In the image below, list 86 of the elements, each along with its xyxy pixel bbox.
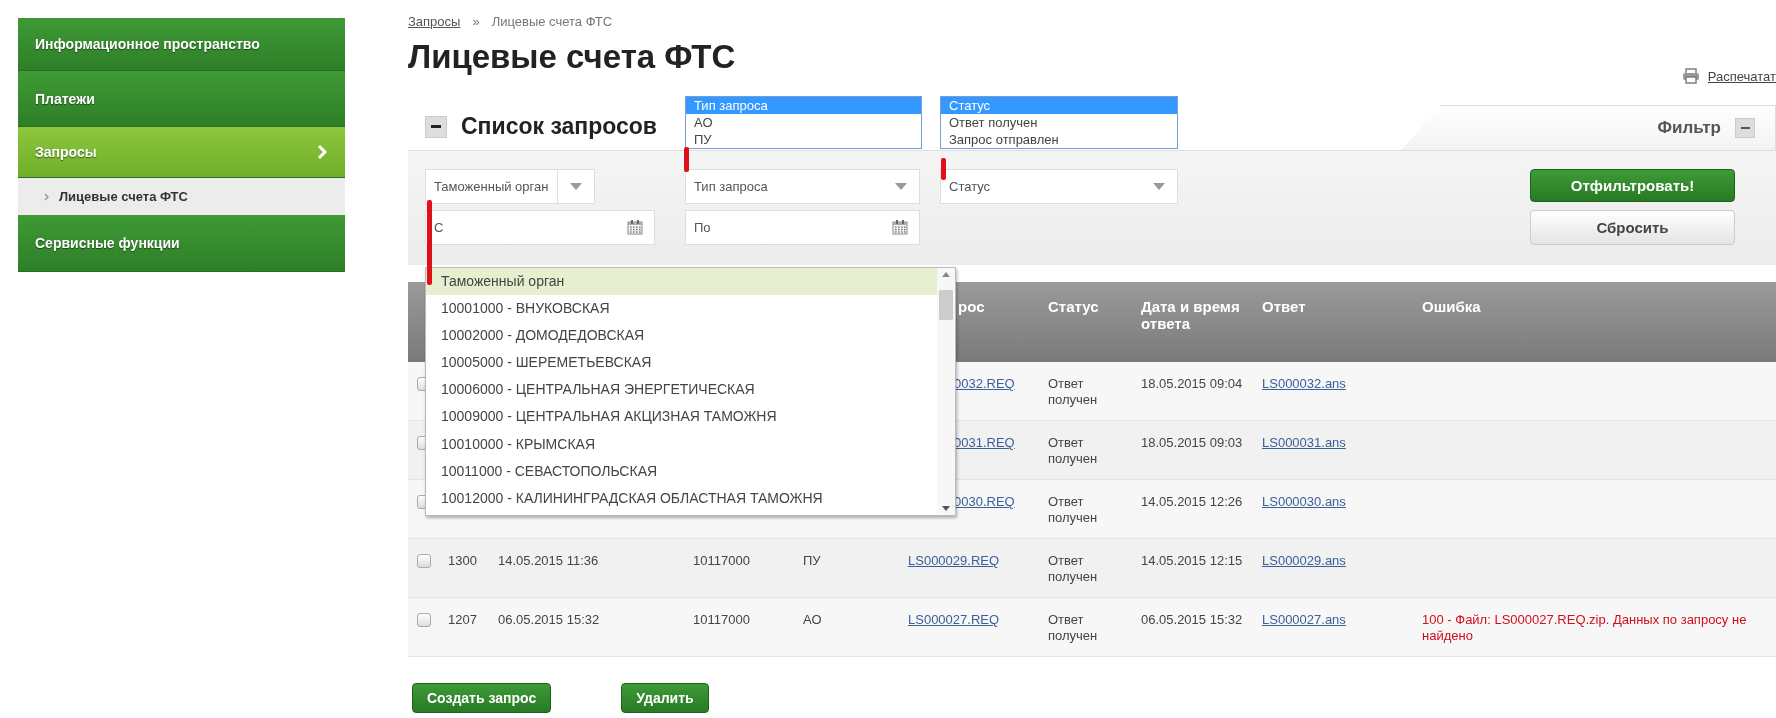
caret-icon (570, 183, 582, 190)
table-cell-text: 10117000 (693, 553, 751, 569)
date-field[interactable]: По (685, 210, 920, 245)
dropdown-option[interactable]: 10002000 - ДОМОДЕДОВСКАЯ (426, 322, 937, 350)
scroll-up-icon[interactable] (942, 272, 950, 277)
file-link[interactable]: 0032.REQ (954, 376, 1015, 391)
table-cell-text: 14.05.2015 12:26 (1141, 494, 1244, 510)
caret-icon (1153, 183, 1165, 190)
file-link[interactable]: LS000027.ans (1262, 612, 1346, 627)
table-cell-text: 18.05.2015 09:03 (1141, 435, 1244, 451)
dropdown-option[interactable]: 10010000 - КРЫМСКАЯ (426, 430, 937, 458)
filter-button[interactable]: Отфильтровать! (1530, 169, 1735, 202)
select-field[interactable]: Таможенный орган (425, 169, 595, 204)
column-header: рос (958, 298, 986, 315)
create-button[interactable]: Создать запрос (412, 683, 552, 713)
sidebar-item[interactable]: Платежи (18, 71, 345, 127)
file-link[interactable]: LS000031.ans (1262, 435, 1346, 450)
table-cell-text: 06.05.2015 15:32 (498, 612, 601, 628)
dropdown-option[interactable]: АО (686, 114, 921, 131)
filter-tab-label: Фильтр (1657, 118, 1721, 138)
scrollbar-thumb[interactable] (939, 290, 953, 320)
dropdown-option[interactable]: 10012000 - КАЛИНИНГРАДСКАЯ ОБЛАСТНАЯ ТАМОЖНЯ (426, 484, 937, 512)
sidebar-subitem[interactable]: Лицевые счета ФТС (18, 178, 345, 215)
page-title: Лицевые счета ФТС (408, 37, 736, 77)
section-title: Список запросов (461, 113, 657, 140)
breadcrumb-separator: » (472, 13, 480, 31)
table-cell-text: 1300 (448, 553, 478, 569)
printer-icon (1681, 68, 1700, 84)
table-cell-text: Ответ получен (1048, 494, 1099, 526)
table-cell-text: Ответ получен (1048, 612, 1099, 644)
caret-icon (895, 183, 907, 190)
filter-tab[interactable]: Фильтр (1401, 105, 1776, 150)
calendar-icon (627, 219, 643, 235)
table-cell-text: Ответ получен (1048, 553, 1099, 585)
date-field[interactable]: С (425, 210, 655, 245)
column-header: Дата и время ответа (1141, 298, 1240, 332)
file-link[interactable]: LS000027.REQ (908, 612, 1000, 627)
table-cell-text: 06.05.2015 15:32 (1141, 612, 1244, 628)
table-cell-text: 14.05.2015 12:15 (1141, 553, 1244, 569)
column-header: Ответ (1262, 298, 1307, 315)
sidebar-item[interactable]: Информационное пространство (18, 18, 345, 71)
table-cell-text: Ответ получен (1048, 435, 1099, 467)
sidebar-item[interactable]: Сервисные функции (18, 215, 345, 272)
print-link[interactable]: Распечатат (1707, 68, 1776, 84)
file-link[interactable]: 0031.REQ (954, 435, 1015, 450)
breadcrumb-link[interactable]: Запросы (408, 12, 461, 32)
row-checkbox[interactable] (417, 613, 431, 627)
table-cell-text: 14.05.2015 11:36 (498, 553, 600, 569)
scrollbar[interactable] (937, 268, 955, 515)
dropdown-option[interactable]: Таможенный орган (426, 268, 937, 296)
chevron-icon (317, 145, 327, 159)
annotation-marker (941, 158, 946, 180)
chevron-icon (44, 192, 49, 201)
dropdown-option[interactable]: 10006000 - ЦЕНТРАЛЬНАЯ ЭНЕРГЕТИЧЕСКАЯ (426, 376, 937, 404)
file-link[interactable]: 0030.REQ (954, 494, 1015, 509)
select-field[interactable]: Тип запроса (685, 169, 920, 204)
file-link[interactable]: LS000029.REQ (908, 553, 1000, 568)
dropdown-option[interactable]: ПУ (686, 131, 921, 148)
dropdown-option[interactable]: 10005000 - ШЕРЕМЕТЬЕВСКАЯ (426, 349, 937, 377)
reset-button[interactable]: Сбросить (1530, 210, 1735, 245)
file-link[interactable]: LS000030.ans (1262, 494, 1346, 509)
select-field[interactable]: Статус (940, 169, 1178, 204)
row-checkbox[interactable] (417, 554, 431, 568)
table-cell-text: 18.05.2015 09:04 (1141, 376, 1244, 392)
table-cell-text: ПУ (803, 553, 822, 569)
table-cell-text: Ответ получен (1048, 376, 1099, 408)
annotation-marker (684, 147, 689, 172)
error-text: 100 - Файл: LS000027.REQ.zip. Данных по запросу не найдено (1422, 612, 1748, 644)
calendar-icon (892, 219, 908, 235)
scroll-down-icon[interactable] (942, 506, 950, 511)
dropdown-option[interactable]: Ответ получен (941, 114, 1177, 131)
dropdown-option[interactable]: Запрос отправлен (941, 131, 1177, 148)
table-cell-text: АО (803, 612, 823, 628)
dropdown-option[interactable]: 10001000 - ВНУКОВСКАЯ (426, 295, 937, 323)
column-header: Ошибка (1422, 298, 1482, 315)
sidebar-subitem-label: Лицевые счета ФТС (59, 189, 188, 204)
breadcrumb-current: Лицевые счета ФТС (491, 13, 613, 31)
collapse-button[interactable] (425, 115, 447, 138)
table-cell-text: 1207 (448, 612, 478, 628)
column-header: Статус (1048, 298, 1100, 315)
dropdown-option[interactable]: 10011000 - СЕВАСТОПОЛЬСКАЯ (426, 457, 937, 485)
table-cell-text: 10117000 (693, 612, 751, 628)
dropdown-option[interactable]: 10009000 - ЦЕНТРАЛЬНАЯ АКЦИЗНАЯ ТАМОЖНЯ (426, 403, 937, 431)
file-link[interactable]: LS000029.ans (1262, 553, 1346, 568)
delete-button[interactable]: Удалить (621, 683, 709, 713)
file-link[interactable]: LS000032.ans (1262, 376, 1346, 391)
